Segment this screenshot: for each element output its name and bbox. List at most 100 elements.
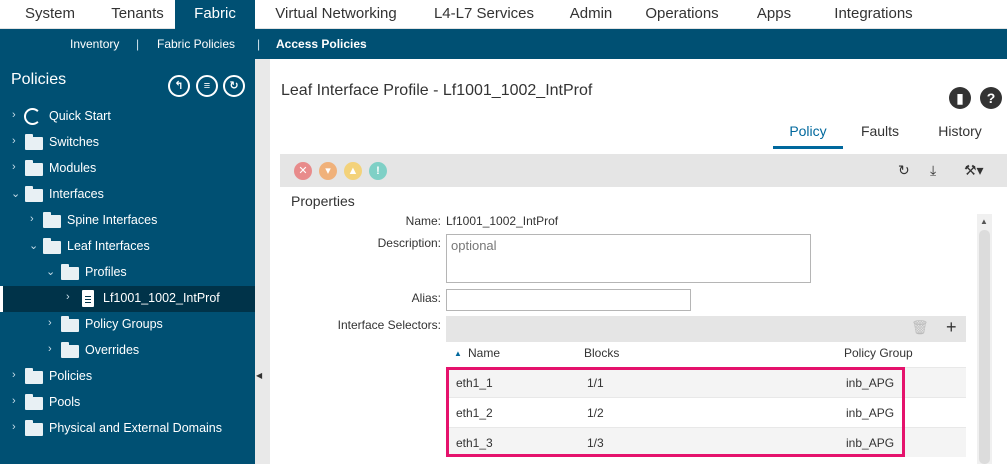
tab-admin[interactable]: Admin bbox=[551, 0, 631, 29]
tree-item-leaf-interfaces[interactable]: ⌄ Leaf Interfaces bbox=[0, 234, 255, 260]
tree-item-interfaces[interactable]: ⌄ Interfaces bbox=[0, 182, 255, 208]
collapse-arrow-icon[interactable]: ◀ bbox=[256, 371, 262, 380]
trash-icon[interactable]: 🗑 bbox=[911, 319, 929, 336]
table-row[interactable]: eth1_1 1/1 inb_APG bbox=[446, 367, 966, 397]
interface-selectors-label: Interface Selectors: bbox=[337, 318, 441, 332]
folder-icon bbox=[25, 134, 43, 150]
folder-icon bbox=[25, 160, 43, 176]
tab-system[interactable]: System bbox=[0, 0, 100, 29]
name-value: Lf1001_1002_IntProf bbox=[446, 214, 559, 228]
tree-item-policies[interactable]: › Policies bbox=[0, 364, 255, 390]
tree-item-modules[interactable]: › Modules bbox=[0, 156, 255, 182]
tab-apps[interactable]: Apps bbox=[733, 0, 815, 29]
list-view-icon[interactable]: ≡ bbox=[196, 75, 218, 97]
subtab-access-policies[interactable]: Access Policies bbox=[276, 29, 367, 59]
tree-item-spine-interfaces[interactable]: › Spine Interfaces bbox=[0, 208, 255, 234]
description-field[interactable]: optional bbox=[446, 234, 811, 283]
top-nav: System Tenants Fabric Virtual Networking… bbox=[0, 0, 1007, 29]
help-icon[interactable]: ? bbox=[980, 87, 1002, 109]
sidebar: Policies ↰ ≡ ↻ › Quick Start › Switches … bbox=[0, 59, 255, 464]
tree-item-label: Spine Interfaces bbox=[67, 213, 158, 227]
chevron-right-icon[interactable]: › bbox=[12, 135, 16, 147]
chevron-right-icon[interactable]: › bbox=[30, 213, 34, 225]
chevron-down-icon[interactable]: ⌄ bbox=[11, 187, 20, 200]
alias-label: Alias: bbox=[411, 291, 441, 305]
sidebar-title: Policies bbox=[11, 71, 67, 88]
bookmark-icon[interactable]: ▮ bbox=[949, 87, 971, 109]
tree-item-physical-external-domains[interactable]: › Physical and External Domains bbox=[0, 416, 255, 442]
chevron-right-icon[interactable]: › bbox=[12, 395, 16, 407]
table-row[interactable]: eth1_2 1/2 inb_APG bbox=[446, 397, 966, 427]
cell-blocks: 1/2 bbox=[587, 406, 604, 420]
tree-item-switches[interactable]: › Switches bbox=[0, 130, 255, 156]
chevron-down-icon[interactable]: ⌄ bbox=[46, 265, 55, 278]
tree-item-policy-groups[interactable]: › Policy Groups bbox=[0, 312, 255, 338]
folder-icon bbox=[43, 212, 61, 228]
folder-icon bbox=[25, 368, 43, 384]
chevron-right-icon[interactable]: › bbox=[12, 369, 16, 381]
sort-ascending-icon[interactable]: ▲ bbox=[454, 349, 462, 358]
scroll-up-icon[interactable]: ▲ bbox=[980, 217, 988, 226]
folder-icon bbox=[61, 264, 79, 280]
sub-nav: Inventory | Fabric Policies | Access Pol… bbox=[0, 29, 1007, 59]
scrollbar-thumb[interactable] bbox=[979, 230, 990, 464]
column-header-blocks[interactable]: Blocks bbox=[584, 346, 619, 360]
quick-start-icon bbox=[24, 108, 41, 125]
download-icon[interactable]: ⤓ bbox=[930, 162, 936, 179]
panel-splitter[interactable]: ◀ bbox=[255, 59, 270, 464]
tree-item-label: Physical and External Domains bbox=[49, 421, 222, 435]
tab-history[interactable]: History bbox=[930, 123, 990, 149]
chevron-right-icon[interactable]: › bbox=[48, 343, 52, 355]
cell-blocks: 1/1 bbox=[587, 376, 604, 390]
subtab-fabric-policies[interactable]: Fabric Policies bbox=[157, 29, 235, 59]
tab-tenants[interactable]: Tenants bbox=[100, 0, 175, 29]
refresh-icon[interactable]: ↻ bbox=[223, 75, 245, 97]
description-label: Description: bbox=[377, 236, 441, 250]
tree-item-quick-start[interactable]: › Quick Start bbox=[0, 104, 255, 130]
tab-faults[interactable]: Faults bbox=[850, 123, 910, 149]
chevron-right-icon[interactable]: › bbox=[12, 109, 16, 121]
tab-l4-l7-services[interactable]: L4-L7 Services bbox=[417, 0, 551, 29]
tree-item-profiles[interactable]: ⌄ Profiles bbox=[0, 260, 255, 286]
tab-policy[interactable]: Policy bbox=[773, 123, 843, 149]
cell-name: eth1_2 bbox=[456, 406, 493, 420]
chevron-right-icon[interactable]: › bbox=[66, 291, 70, 303]
tree-item-label: Lf1001_1002_IntProf bbox=[103, 291, 220, 305]
column-header-name[interactable]: Name bbox=[468, 346, 500, 360]
tree-item-pools[interactable]: › Pools bbox=[0, 390, 255, 416]
page-title: Leaf Interface Profile - Lf1001_1002_Int… bbox=[281, 82, 593, 99]
policy-toolbar: ✕ ▾ ▲ ! ↻ ⤓ ⚒▾ bbox=[280, 154, 1007, 187]
tab-fabric[interactable]: Fabric bbox=[175, 0, 255, 29]
tree-item-label: Interfaces bbox=[49, 187, 104, 201]
tab-operations[interactable]: Operations bbox=[631, 0, 733, 29]
cell-policy-group: inb_APG bbox=[846, 406, 895, 420]
column-header-policy-group[interactable]: Policy Group bbox=[844, 346, 913, 360]
tree-item-label: Pools bbox=[49, 395, 81, 409]
subnav-separator: | bbox=[257, 37, 261, 51]
table-row[interactable]: eth1_3 1/3 inb_APG bbox=[446, 427, 966, 457]
chevron-right-icon[interactable]: › bbox=[12, 161, 16, 173]
subtab-inventory[interactable]: Inventory bbox=[70, 29, 119, 59]
folder-icon bbox=[25, 186, 43, 202]
refresh-icon[interactable]: ↻ bbox=[898, 162, 910, 179]
name-label: Name: bbox=[405, 214, 441, 228]
vertical-scrollbar[interactable]: ▲ bbox=[977, 214, 992, 464]
chevron-right-icon[interactable]: › bbox=[48, 317, 52, 329]
cell-name: eth1_3 bbox=[456, 436, 493, 450]
folder-icon bbox=[25, 420, 43, 436]
tree-item-lf1001-1002-intprof[interactable]: › Lf1001_1002_IntProf bbox=[0, 286, 255, 312]
fault-major-icon[interactable]: ▾ bbox=[319, 162, 337, 180]
fault-warning-icon[interactable]: ! bbox=[369, 162, 387, 180]
tab-virtual-networking[interactable]: Virtual Networking bbox=[255, 0, 417, 29]
fault-minor-icon[interactable]: ▲ bbox=[344, 162, 362, 180]
fault-critical-icon[interactable]: ✕ bbox=[294, 162, 312, 180]
tab-integrations[interactable]: Integrations bbox=[815, 0, 932, 29]
tools-menu-icon[interactable]: ⚒▾ bbox=[964, 162, 984, 179]
add-icon[interactable]: + bbox=[946, 317, 957, 338]
quick-start-ctrl-icon[interactable]: ↰ bbox=[168, 75, 190, 97]
tree-item-label: Policies bbox=[49, 369, 93, 383]
tree-item-overrides[interactable]: › Overrides bbox=[0, 338, 255, 364]
chevron-down-icon[interactable]: ⌄ bbox=[29, 239, 38, 252]
alias-field[interactable] bbox=[446, 289, 691, 311]
chevron-right-icon[interactable]: › bbox=[12, 421, 16, 433]
